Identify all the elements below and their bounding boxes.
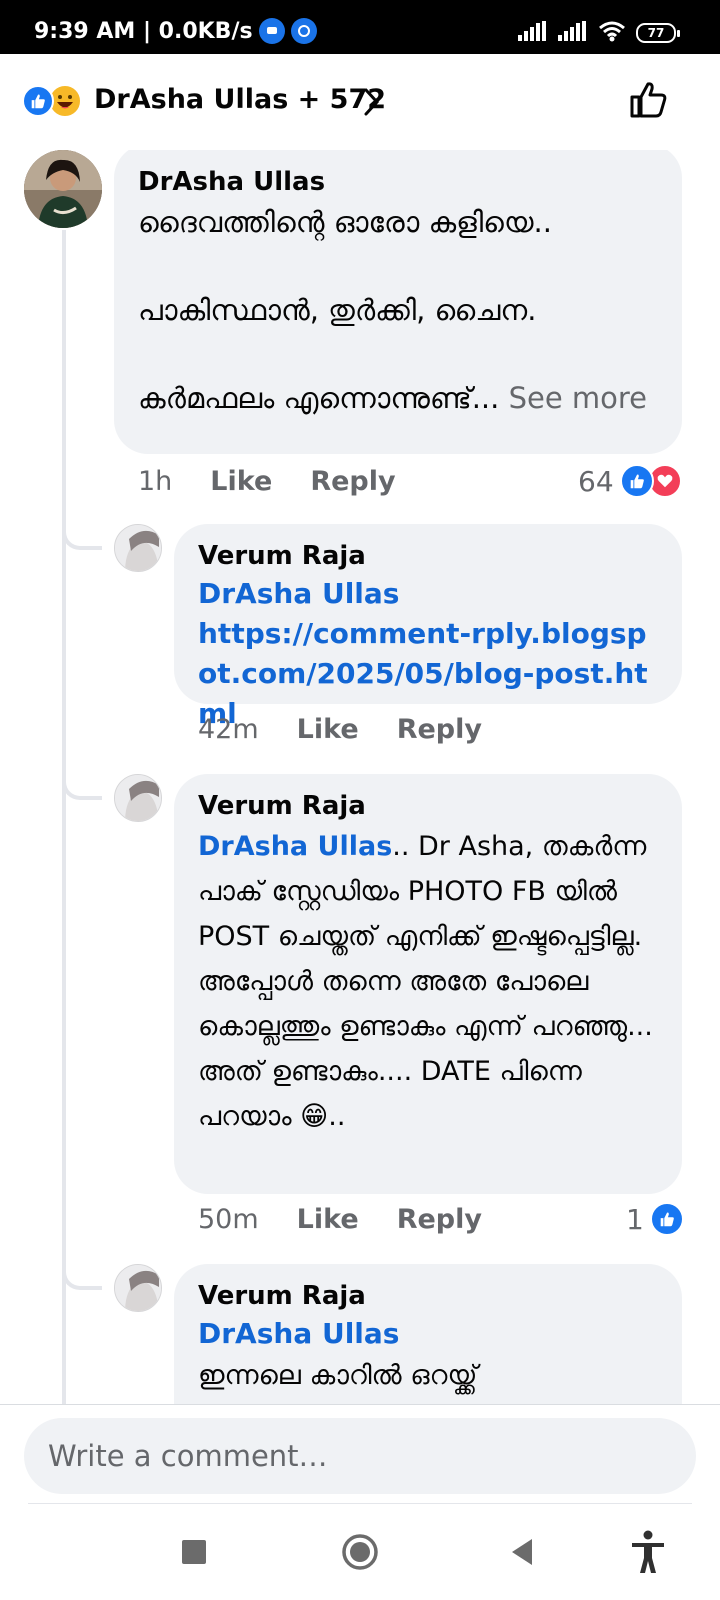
like-button[interactable]: Like	[297, 1204, 359, 1235]
app-notification-icon	[290, 18, 317, 44]
comment-input[interactable]	[24, 1418, 696, 1494]
reply-body: ഇന്നലെ കാറിൽ ഒറയ്ക്ക്	[198, 1360, 478, 1391]
mention-link[interactable]: DrAsha Ullas	[198, 831, 392, 862]
reply-author[interactable]: Verum Raja	[198, 538, 660, 574]
reaction-count[interactable]: 1	[626, 1202, 684, 1236]
status-time-speed: 9:39 AM | 0.0KB/s	[34, 18, 253, 44]
status-right: 77	[518, 20, 680, 46]
reply-body: .. Dr Asha, തകർന്ന പാക് സ്റ്റേഡിയം PHOTO…	[198, 831, 653, 1132]
signal-icon-2	[558, 21, 588, 45]
reply-button[interactable]: Reply	[397, 714, 482, 745]
reply-bubble[interactable]: Verum Raja DrAsha Ullas https://comment-…	[174, 524, 682, 730]
reaction-count[interactable]: 64	[578, 464, 682, 498]
reply-text: DrAsha Ullas.. Dr Asha, തകർന്ന പാക് സ്റ്…	[198, 824, 660, 1139]
comment-body: ദൈവത്തിന്റെ ഓരോ കളിയെ.. പാകിസ്ഥാൻ, തുർക്…	[138, 205, 552, 415]
chevron-right-icon[interactable]	[362, 87, 380, 121]
messenger-notification-icon	[258, 18, 285, 44]
like-reaction-icon	[619, 464, 654, 498]
like-reaction-icon	[22, 85, 54, 117]
avatar[interactable]	[114, 774, 162, 822]
reply-author[interactable]: Verum Raja	[198, 788, 660, 824]
avatar[interactable]	[114, 1264, 162, 1312]
reply-author[interactable]: Verum Raja	[198, 1278, 660, 1314]
reaction-count-value: 64	[578, 464, 614, 498]
status-left: 9:39 AM | 0.0KB/s	[34, 18, 317, 44]
reply-time: 50m	[198, 1204, 259, 1235]
reaction-count-value: 1	[626, 1202, 644, 1236]
reply-actions: 50m Like Reply	[198, 1204, 520, 1235]
comments-feed[interactable]: DrAsha Ullas ദൈവത്തിന്റെ ഓരോ കളിയെ.. പാക…	[0, 150, 720, 1404]
reply-actions: 42m Like Reply	[198, 714, 520, 745]
reaction-summary[interactable]: DrAsha Ullas + 572	[94, 84, 386, 115]
reply-button[interactable]: Reply	[310, 466, 395, 497]
see-more-link[interactable]: See more	[509, 381, 647, 415]
reaction-icons	[22, 84, 82, 118]
accessibility-icon[interactable]	[624, 1528, 672, 1576]
mention-link[interactable]: DrAsha Ullas	[198, 1314, 660, 1354]
back-icon[interactable]	[498, 1528, 546, 1576]
home-icon[interactable]	[336, 1528, 384, 1576]
like-post-button[interactable]	[628, 80, 668, 124]
system-nav-bar	[0, 1504, 720, 1600]
signal-icon	[518, 21, 548, 45]
recents-icon[interactable]	[170, 1528, 218, 1576]
reply-connector	[62, 778, 102, 800]
reactions-header[interactable]: DrAsha Ullas + 572	[0, 54, 720, 150]
reply-time: 42m	[198, 714, 259, 745]
thread-line	[62, 230, 66, 1404]
divider	[0, 1404, 720, 1405]
comment-composer[interactable]	[24, 1418, 696, 1494]
avatar[interactable]	[24, 150, 102, 228]
reply-button[interactable]: Reply	[397, 1204, 482, 1235]
mention-link[interactable]: DrAsha Ullas	[198, 574, 660, 614]
like-button[interactable]: Like	[210, 466, 272, 497]
comment-bubble[interactable]: DrAsha Ullas ദൈവത്തിന്റെ ഓരോ കളിയെ.. പാക…	[114, 150, 682, 454]
avatar[interactable]	[114, 524, 162, 572]
like-reaction-icon	[649, 1202, 684, 1236]
comment-text: ദൈവത്തിന്റെ ഓരോ കളിയെ.. പാകിസ്ഥാൻ, തുർക്…	[138, 200, 660, 420]
wifi-icon	[598, 20, 626, 46]
comment-time: 1h	[138, 466, 173, 497]
reply-bubble[interactable]: Verum Raja DrAsha Ullas ഇന്നലെ കാറിൽ ഒറയ…	[174, 1264, 682, 1404]
comment-author[interactable]: DrAsha Ullas	[138, 164, 660, 200]
like-button[interactable]: Like	[297, 714, 359, 745]
reply-bubble[interactable]: Verum Raja DrAsha Ullas.. Dr Asha, തകർന്…	[174, 774, 682, 1194]
reply-connector	[62, 1268, 102, 1290]
comment-actions: 1h Like Reply	[138, 466, 434, 497]
reply-connector	[62, 528, 102, 550]
status-bar: 9:39 AM | 0.0KB/s 77	[0, 0, 720, 54]
battery-indicator: 77	[636, 23, 680, 43]
